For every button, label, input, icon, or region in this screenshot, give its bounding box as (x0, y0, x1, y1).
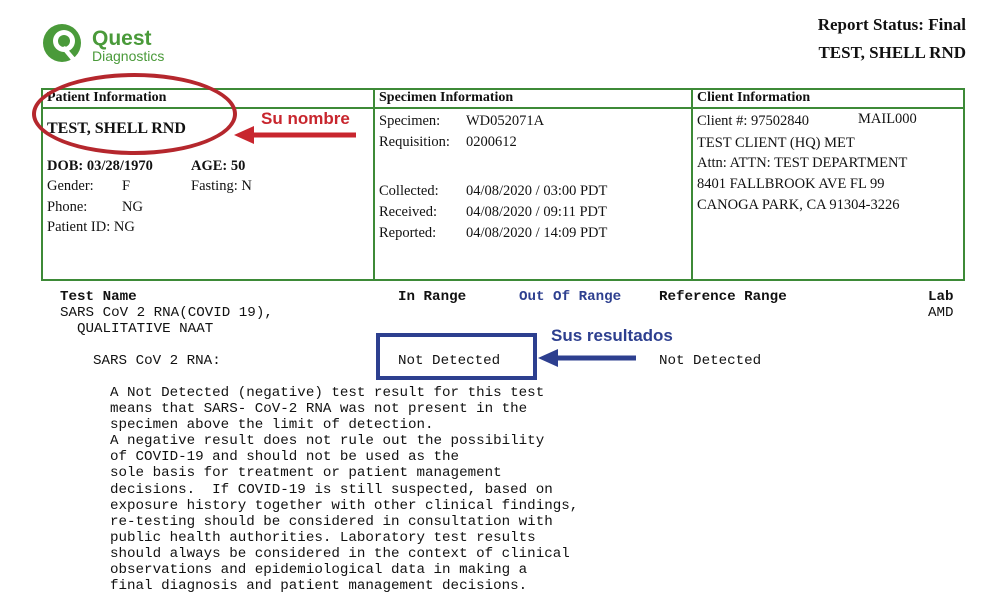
result-highlight-box (376, 333, 537, 380)
col-reference-range: Reference Range (659, 289, 787, 305)
client-info-title: Client Information (697, 90, 811, 105)
gender-label: Gender: (47, 178, 94, 194)
specimen-info-title: Specimen Information (379, 90, 514, 105)
col-test-name: Test Name (60, 289, 137, 305)
analyte-name: SARS CoV 2 RNA: (93, 353, 221, 369)
red-arrow-icon (234, 126, 356, 144)
result-interpretation: A Not Detected (negative) test result fo… (110, 385, 579, 595)
brand-subtitle: Diagnostics (92, 48, 165, 64)
header-patient-name: TEST, SHELL RND (818, 43, 966, 62)
name-highlight-ellipse (32, 73, 237, 155)
client-attn: Attn: ATTN: TEST DEPARTMENT (697, 155, 908, 171)
client-name: TEST CLIENT (HQ) MET (697, 135, 855, 151)
requisition-value: 0200612 (466, 134, 517, 150)
fasting: Fasting: N (191, 178, 252, 194)
phone-label: Phone: (47, 199, 88, 215)
phone-value: NG (122, 199, 143, 215)
client-address-1: 8401 FALLBROOK AVE FL 99 (697, 176, 885, 192)
client-address-2: CANOGA PARK, CA 91304-3226 (697, 197, 900, 213)
reference-value: Not Detected (659, 353, 762, 369)
specimen-label: Specimen: (379, 113, 441, 129)
blue-arrow-icon (538, 349, 636, 367)
reported-label: Reported: (379, 225, 437, 241)
collected-label: Collected: (379, 183, 439, 199)
patient-age: AGE: 50 (191, 158, 246, 174)
report-status: Report Status: Final (817, 15, 966, 34)
divider (373, 88, 375, 281)
client-number: Client #: 97502840 (697, 113, 809, 129)
received-value: 04/08/2020 / 09:11 PDT (466, 204, 607, 220)
specimen-value: WD052071A (466, 113, 545, 129)
gender-value: F (122, 178, 131, 194)
col-in-range: In Range (398, 289, 467, 305)
requisition-label: Requisition: (379, 134, 450, 150)
quest-logo-icon (43, 24, 81, 62)
received-label: Received: (379, 204, 437, 220)
test-name-line-2: QUALITATIVE NAAT (77, 321, 214, 337)
lab-code: AMD (928, 305, 954, 321)
patient-id: Patient ID: NG (47, 219, 135, 235)
reported-value: 04/08/2020 / 14:09 PDT (466, 225, 608, 241)
results-annotation-label: Sus resultados (551, 326, 673, 345)
test-name-line-1: SARS CoV 2 RNA(COVID 19), (60, 305, 273, 321)
col-out-of-range: Out Of Range (519, 289, 622, 305)
patient-dob: DOB: 03/28/1970 (47, 158, 153, 174)
client-mail-code: MAIL000 (858, 111, 917, 127)
col-lab: Lab (928, 289, 954, 305)
divider (691, 88, 693, 281)
collected-value: 04/08/2020 / 03:00 PDT (466, 183, 608, 199)
